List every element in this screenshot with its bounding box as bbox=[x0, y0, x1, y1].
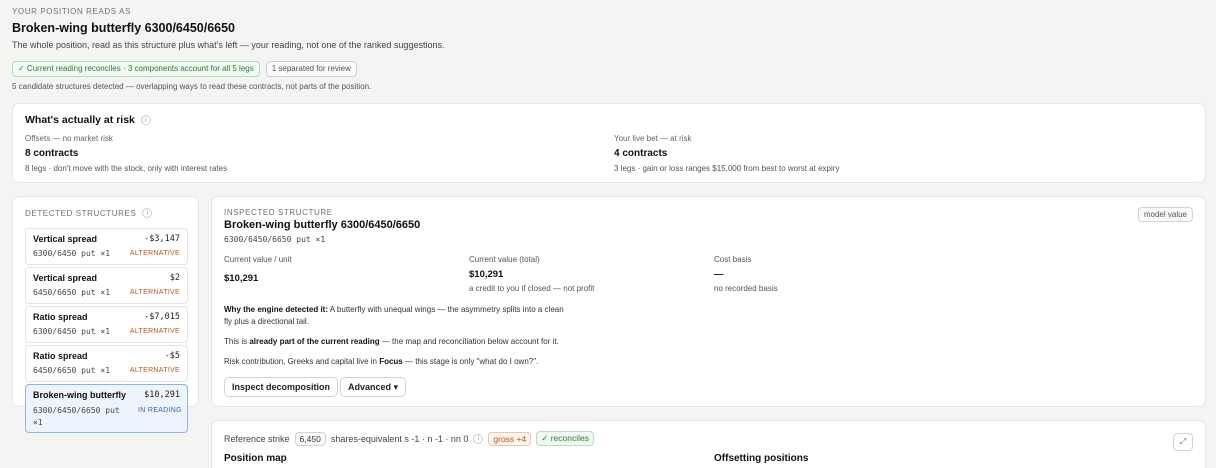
structure-amount: $10,291 bbox=[144, 390, 180, 400]
candidates-note: 5 candidate structures detected — overla… bbox=[12, 82, 372, 91]
total-value-sub: a credit to you if closed — not profit bbox=[469, 284, 595, 293]
header-description: The whole position, read as this structu… bbox=[12, 40, 445, 50]
reference-strike-label: Reference strike bbox=[224, 433, 290, 444]
structure-legs: 6300/6450 put ×1 bbox=[33, 327, 111, 336]
structure-amount: -$7,015 bbox=[144, 312, 180, 322]
structure-name: Broken-wing butterfly bbox=[33, 390, 127, 400]
model-value-badge[interactable]: model value bbox=[1137, 207, 1193, 222]
page-title: Broken-wing butterfly 6300/6450/6650 bbox=[12, 21, 236, 35]
review-chip[interactable]: 1 separated for review bbox=[265, 61, 357, 77]
structure-legs: 6300/6450 put ×1 bbox=[33, 249, 111, 258]
offsetting-positions-title: Offsetting positions bbox=[714, 453, 809, 464]
structure-item[interactable]: Vertical spread $2 6450/6650 put ×1 ALTE… bbox=[25, 267, 188, 304]
position-header: YOUR POSITION READS AS Broken-wing butte… bbox=[12, 7, 1202, 91]
risk-card: What's actually at risk i Offsets — no m… bbox=[12, 103, 1206, 183]
inspected-eyebrow: INSPECTED STRUCTURE bbox=[224, 208, 333, 217]
structure-amount: -$3,147 bbox=[144, 234, 180, 244]
offsets-value: 8 contracts bbox=[25, 148, 79, 159]
focus-note: Risk contribution, Greeks and capital li… bbox=[224, 356, 538, 368]
reconciles-badge: ✓ reconciles bbox=[536, 431, 594, 446]
focus-note-post: — this stage is only "what do I own?". bbox=[402, 357, 539, 366]
offsets-column: Offsets — no market risk 8 contracts 8 l… bbox=[25, 134, 227, 173]
position-map-card: Reference strike 6,450 shares-equivalent… bbox=[211, 420, 1206, 468]
structure-legs: 6450/6650 put ×1 bbox=[33, 288, 111, 297]
focus-note-pre: Risk contribution, Greeks and capital li… bbox=[224, 357, 380, 366]
offsets-label: Offsets — no market risk bbox=[25, 134, 113, 143]
expand-icon[interactable]: ⤢ bbox=[1173, 433, 1193, 451]
risk-header: What's actually at risk i bbox=[25, 114, 151, 126]
live-bet-column: Your live bet — at risk 4 contracts 3 le… bbox=[614, 134, 839, 173]
structure-name: Vertical spread bbox=[33, 273, 98, 283]
detected-header: DETECTED STRUCTURES i bbox=[25, 208, 153, 218]
position-map-title: Position map bbox=[224, 453, 287, 464]
structure-legs: 6450/6650 put ×1 bbox=[33, 366, 111, 375]
structure-item[interactable]: Ratio spread -$5 6450/6650 put ×1 ALTERN… bbox=[25, 345, 188, 382]
structure-amount: $2 bbox=[169, 273, 180, 283]
structure-tag: ALTERNATIVE bbox=[129, 328, 180, 335]
unit-value-label: Current value / unit bbox=[224, 255, 292, 264]
why-detected-label: Why the engine detected it: bbox=[224, 305, 329, 314]
reference-strike-input[interactable]: 6,450 bbox=[294, 431, 326, 446]
structure-item[interactable]: Vertical spread -$3,147 6300/6450 put ×1… bbox=[25, 228, 188, 265]
cost-basis-column: Cost basis — no recorded basis bbox=[714, 255, 778, 293]
inspect-decomposition-button[interactable]: Inspect decomposition bbox=[224, 377, 339, 397]
inspected-subtitle: 6300/6450/6650 put ×1 bbox=[224, 235, 326, 244]
inspected-structure-panel: INSPECTED STRUCTURE Broken-wing butterfl… bbox=[211, 196, 1206, 407]
structure-tag: ALTERNATIVE bbox=[129, 289, 180, 296]
live-bet-label: Your live bet — at risk bbox=[614, 134, 692, 143]
total-value: $10,291 bbox=[469, 269, 504, 280]
structure-legs: 6300/6450/6650 put ×1 bbox=[33, 406, 120, 427]
structure-tag: ALTERNATIVE bbox=[129, 250, 180, 257]
reference-row: Reference strike 6,450 shares-equivalent… bbox=[224, 431, 594, 446]
live-bet-value: 4 contracts bbox=[614, 148, 668, 159]
detected-title: DETECTED STRUCTURES bbox=[25, 208, 137, 218]
why-detected-text: Why the engine detected it: A butterfly … bbox=[224, 304, 564, 328]
total-value-column: Current value (total) $10,291 a credit t… bbox=[469, 255, 594, 293]
cost-basis-label: Cost basis bbox=[714, 255, 752, 264]
gross-badge: gross +4 bbox=[488, 431, 532, 446]
risk-title: What's actually at risk bbox=[25, 114, 135, 126]
reading-note-post: — the map and reconciliation below accou… bbox=[379, 337, 559, 346]
total-value-label: Current value (total) bbox=[469, 255, 540, 264]
structure-item[interactable]: Ratio spread -$7,015 6300/6450 put ×1 AL… bbox=[25, 306, 188, 343]
info-icon[interactable]: i bbox=[142, 208, 153, 218]
reading-note-pre: This is bbox=[224, 337, 250, 346]
structure-tag: ALTERNATIVE bbox=[129, 367, 180, 374]
structure-name: Ratio spread bbox=[33, 312, 88, 322]
status-chips: ✓ Current reading reconciles · 3 compone… bbox=[12, 61, 1202, 77]
detected-structures-panel: DETECTED STRUCTURES i Vertical spread -$… bbox=[12, 196, 199, 433]
inspected-title: Broken-wing butterfly 6300/6450/6650 bbox=[224, 219, 421, 231]
structure-name: Vertical spread bbox=[33, 234, 98, 244]
header-eyebrow: YOUR POSITION READS AS bbox=[12, 7, 132, 16]
offsets-sub: 8 legs · don't move with the stock, only… bbox=[25, 164, 228, 173]
info-icon[interactable]: i bbox=[473, 433, 484, 444]
reading-note: This is already part of the current read… bbox=[224, 336, 559, 348]
live-bet-sub: 3 legs · gain or loss ranges $15,000 fro… bbox=[614, 164, 840, 173]
focus-link[interactable]: Focus bbox=[379, 357, 403, 366]
structure-tag: IN READING bbox=[138, 407, 182, 414]
unit-value: $10,291 bbox=[224, 273, 259, 284]
cost-basis-value: — bbox=[714, 269, 724, 280]
unit-value-column: Current value / unit $10,291 bbox=[224, 255, 292, 284]
structure-item-selected[interactable]: Broken-wing butterfly $10,291 6300/6450/… bbox=[25, 384, 188, 433]
reconciles-chip[interactable]: ✓ Current reading reconciles · 3 compone… bbox=[12, 61, 260, 77]
structure-amount: -$5 bbox=[164, 351, 180, 361]
shares-equivalent-text: shares-equivalent s -1 · n -1 · nn 0 bbox=[330, 433, 469, 444]
advanced-dropdown-button[interactable]: Advanced ▾ bbox=[340, 377, 407, 397]
structure-name: Ratio spread bbox=[33, 351, 88, 361]
info-icon[interactable]: i bbox=[140, 115, 151, 125]
reading-note-bold: already part of the current reading bbox=[249, 337, 380, 346]
cost-basis-sub: no recorded basis bbox=[714, 284, 778, 293]
